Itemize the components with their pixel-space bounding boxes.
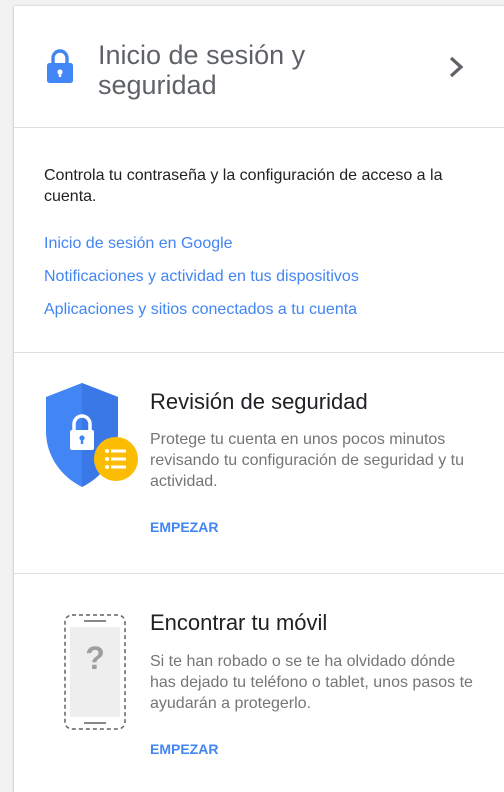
intro-description: Controla tu contraseña y la configuració… [44, 167, 443, 205]
intro-section: Controla tu contraseña y la configuració… [14, 128, 504, 353]
lock-icon [47, 49, 73, 83]
security-checkup-title: Revisión de seguridad [150, 389, 368, 414]
find-phone-section: ? Encontrar tu móvil Si te han robado o … [14, 574, 504, 792]
security-card: Inicio de sesión y seguridad Controla tu… [14, 6, 504, 792]
security-shield-icon [46, 383, 138, 487]
chevron-right-icon[interactable] [448, 56, 466, 78]
link-device-activity[interactable]: Notificaciones y actividad en tus dispos… [44, 268, 359, 286]
security-checkup-section: Revisión de seguridad Protege tu cuenta … [14, 353, 504, 574]
page-title: Inicio de sesión y seguridad [98, 40, 306, 100]
phone-question-icon: ? [64, 614, 126, 730]
svg-text:?: ? [85, 640, 105, 676]
security-checkup-start-button[interactable]: EMPEZAR [150, 519, 218, 535]
link-connected-apps[interactable]: Aplicaciones y sitios conectados a tu cu… [44, 301, 357, 319]
find-phone-title: Encontrar tu móvil [150, 610, 328, 635]
security-checkup-description: Protege tu cuenta en unos pocos minutos … [150, 431, 464, 490]
find-phone-start-button[interactable]: EMPEZAR [150, 741, 218, 757]
find-phone-description: Si te han robado o se te ha olvidado dón… [150, 653, 473, 712]
link-google-signin[interactable]: Inicio de sesión en Google [44, 235, 233, 253]
security-header[interactable]: Inicio de sesión y seguridad [14, 6, 504, 128]
